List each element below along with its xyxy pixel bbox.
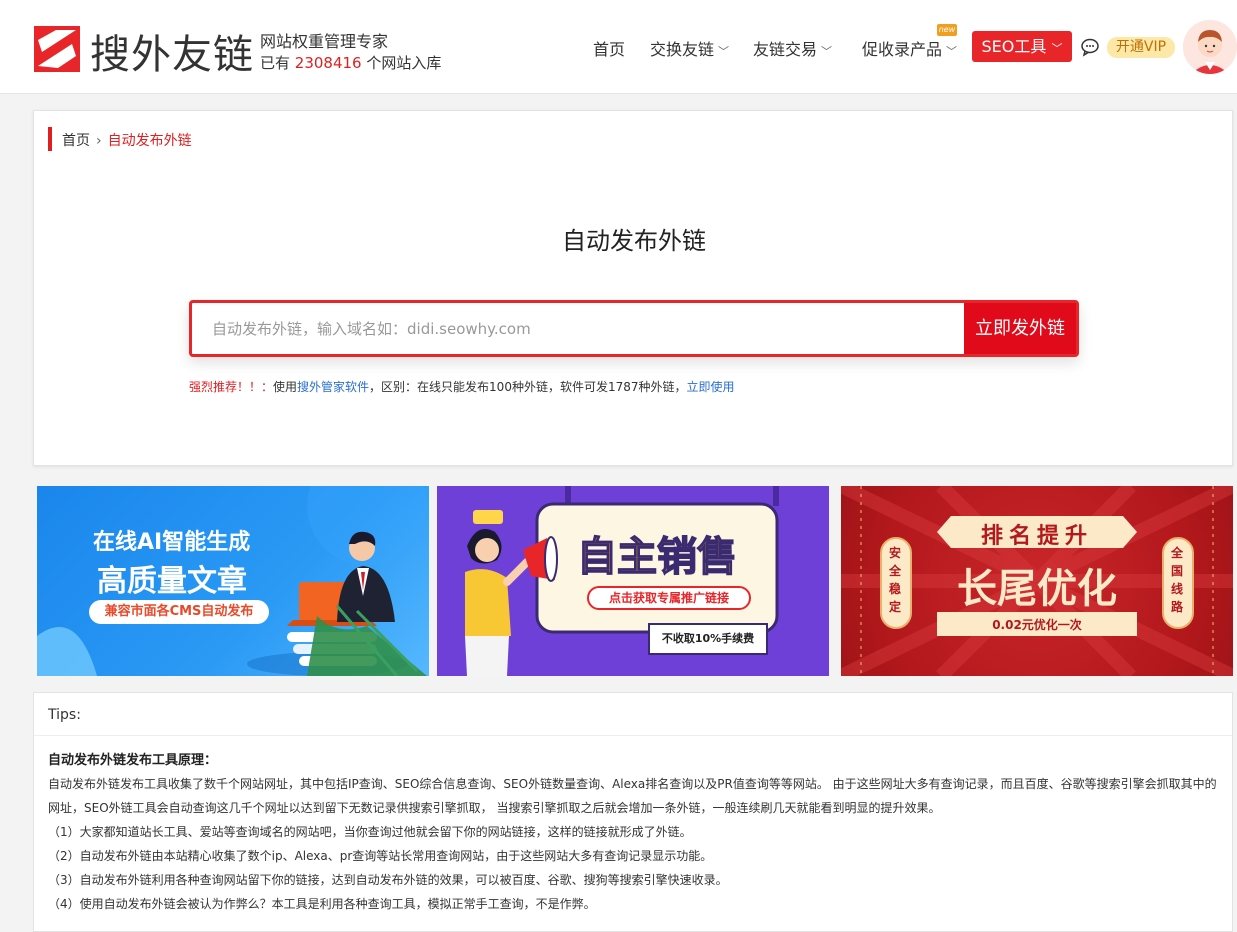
tips-paragraph-2: 网址，SEO外链工具会自动查询这几千个网址以达到留下无数记录供搜索引擎抓取， 当…	[48, 801, 941, 815]
tips-panel: Tips: 自动发布外链发布工具原理： 自动发布外链发布工具收集了数千个网站网址…	[33, 692, 1233, 932]
banner3-title: 长尾优化	[957, 566, 1117, 612]
use-now-link[interactable]: 立即使用	[687, 380, 735, 394]
avatar-icon	[1183, 20, 1237, 74]
chevron-down-icon: ﹀	[821, 45, 833, 58]
breadcrumb: 首页 › 自动发布外链	[62, 130, 192, 150]
banner3-left-tag: 安全稳定	[889, 546, 902, 614]
banner1-line2: 高质量文章	[97, 564, 247, 599]
publish-links-button[interactable]: 立即发外链	[964, 303, 1076, 354]
logo-icon[interactable]	[34, 26, 80, 72]
tips-divider	[34, 735, 1232, 736]
banner-self-sales[interactable]: 自主销售 点击获取专属推广链接 不收取10%手续费	[437, 486, 829, 676]
tips-title: 自动发布外链发布工具原理：	[48, 753, 218, 768]
banner1-pill: 兼容市面各CMS自动发布	[89, 600, 269, 624]
nav-home[interactable]: 首页	[593, 36, 625, 60]
nav-index-products[interactable]: 促收录产品 ﹀	[862, 36, 957, 60]
banner2-note: 不收取10%手续费	[661, 632, 755, 645]
chevron-down-icon: ﹀	[718, 45, 730, 58]
chevron-right-icon: ›	[96, 133, 102, 149]
count-suffix: 个网站入库	[366, 54, 442, 72]
logo-text[interactable]: 搜外友链	[90, 22, 254, 80]
site-count: 已有 2308416 个网站入库	[260, 52, 441, 73]
banner3-price: 0.02元优化一次	[992, 618, 1082, 632]
banner-ai-article[interactable]: 在线AI智能生成 高质量文章 兼容市面各CMS自动发布	[37, 486, 429, 676]
recommend-label: 强烈推荐！！：	[189, 380, 274, 394]
breadcrumb-marker	[48, 127, 52, 151]
tool-card: 首页 › 自动发布外链 自动发布外链 立即发外链 强烈推荐！！：使用搜外管家软件，区…	[33, 110, 1233, 466]
count-value: 2308416	[294, 54, 362, 72]
tips-item-3: （3）自动发布外链利用各种查询网站留下你的链接，达到自动发布外链的效果，可以被百…	[48, 873, 728, 887]
breadcrumb-current: 自动发布外链	[107, 133, 192, 149]
banner2-pill: 点击获取专属推广链接	[587, 586, 751, 610]
chat-icon[interactable]	[1080, 37, 1100, 57]
tips-heading: Tips:	[48, 707, 81, 723]
seo-tools-button[interactable]: SEO工具 ﹀	[972, 31, 1072, 62]
open-vip-button[interactable]: 开通VIP	[1107, 37, 1175, 58]
count-prefix: 已有	[260, 54, 291, 72]
tips-item-1: （1）大家都知道站长工具、爱站等查询域名的网站吧，当你查询过他就会留下你的网站链…	[48, 825, 692, 839]
page-title: 自动发布外链	[562, 227, 706, 255]
recommend-text-1: 使用	[273, 380, 298, 394]
tips-item-4: （4）使用自动发布外链会被认为作弊么？本工具是利用各种查询工具，模拟正常手工查询…	[48, 897, 596, 911]
banner3-ribbon: 排名提升	[980, 524, 1093, 549]
nav-exchange-links[interactable]: 交换友链 ﹀	[650, 36, 729, 60]
tips-item-2: （2）自动发布外链由本站精心收集了数个ip、Alexa、pr查询等站长常用查询网…	[48, 849, 713, 863]
avatar[interactable]	[1183, 20, 1237, 74]
banner1-line1: 在线AI智能生成	[93, 530, 251, 555]
search-box: 立即发外链	[189, 300, 1079, 357]
nav-link-trade[interactable]: 友链交易 ﹀	[753, 36, 832, 60]
banner-long-tail[interactable]: 排名提升 长尾优化 0.02元优化一次 安全稳定 全国线路	[841, 486, 1233, 676]
site-header: 搜外友链 网站权重管理专家 已有 2308416 个网站入库 首页 交换友链 ﹀ …	[0, 0, 1237, 94]
new-badge: new	[937, 24, 957, 36]
breadcrumb-home[interactable]: 首页	[62, 133, 90, 149]
slogan: 网站权重管理专家	[260, 32, 389, 51]
banner2-title: 自主销售	[576, 533, 738, 581]
tips-paragraph-1: 自动发布外链发布工具收集了数千个网站网址，其中包括IP查询、SEO综合信息查询、…	[48, 777, 1217, 791]
banner3-right-tag: 全国线路	[1171, 546, 1184, 614]
recommend-text: 强烈推荐！！：使用搜外管家软件，区别：在线只能发布100种外链，软件可发1787…	[189, 378, 735, 395]
chevron-down-icon: ﹀	[946, 45, 958, 58]
domain-input[interactable]	[192, 303, 964, 354]
software-link[interactable]: 搜外管家软件	[297, 380, 369, 394]
recommend-text-2: ，区别：在线只能发布100种外链，软件可发1787种外链，	[369, 380, 687, 394]
